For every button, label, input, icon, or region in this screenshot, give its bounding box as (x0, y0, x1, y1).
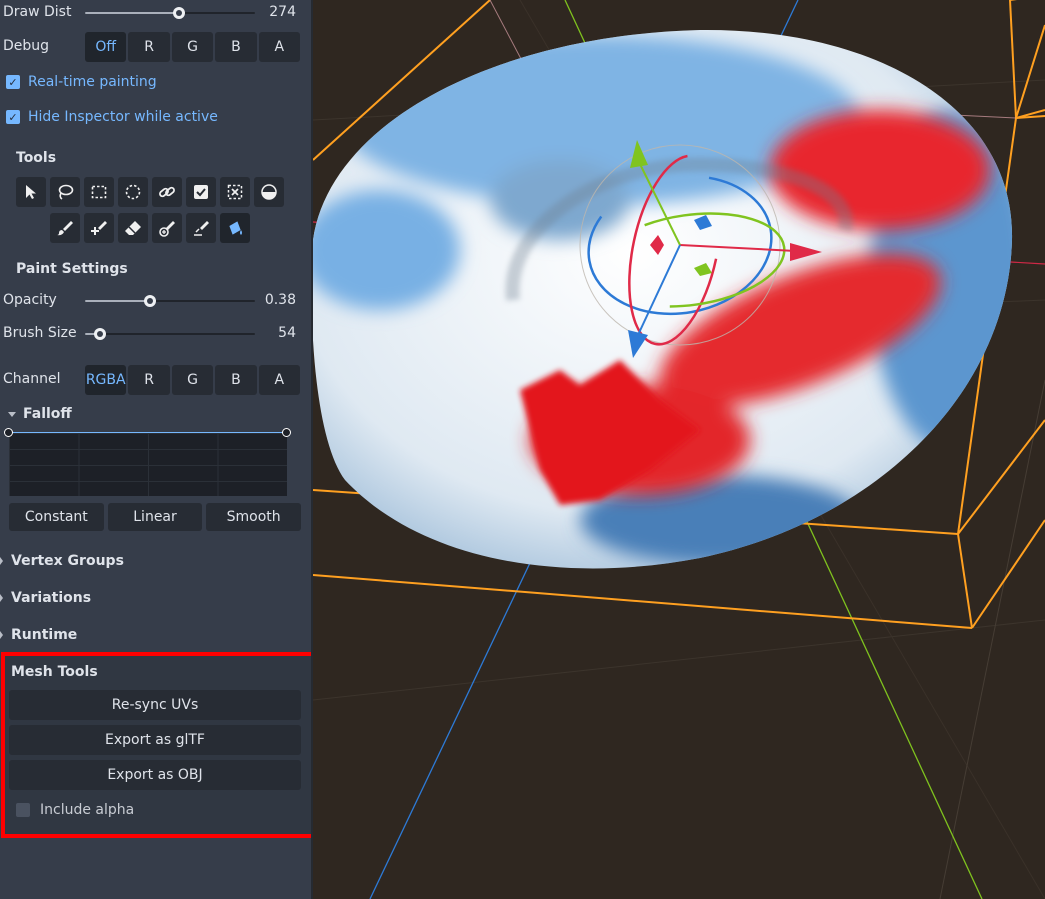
brush-add-icon (91, 221, 107, 235)
variations-title: Variations (11, 590, 92, 606)
highlight-box (1, 652, 317, 838)
chevron-right-icon (0, 557, 3, 565)
hide-inspector-toggle[interactable]: ✓ Hide Inspector while active (6, 109, 218, 125)
channel-g-button[interactable]: G (171, 365, 214, 395)
checkbox-checked-icon[interactable]: ✓ (6, 75, 20, 89)
circle-select-icon (125, 184, 141, 200)
viewport-scene (313, 0, 1045, 899)
link-icon (159, 186, 175, 198)
paint-settings-title: Paint Settings (16, 261, 128, 277)
chevron-right-icon (0, 631, 3, 639)
channel-label: Channel (3, 371, 61, 387)
slider-fill (85, 12, 179, 14)
chevron-down-icon (8, 411, 16, 417)
falloff-title: Falloff (23, 406, 72, 422)
slider-knob[interactable] (172, 7, 185, 19)
brush-add-tool-button[interactable] (84, 213, 114, 243)
channel-r-button[interactable]: R (128, 365, 170, 395)
half-circle-tool-button[interactable] (254, 177, 284, 207)
inspector-panel: Draw Dist 274 Debug Off R G B A ✓ Real-t… (0, 0, 317, 899)
rect-select-icon (91, 185, 107, 199)
realtime-painting-toggle[interactable]: ✓ Real-time painting (6, 74, 157, 90)
channel-rgba-button[interactable]: RGBA (85, 365, 127, 395)
linear-button[interactable]: Linear (107, 503, 203, 531)
rect-select-tool-button[interactable] (84, 177, 114, 207)
debug-label: Debug (3, 38, 50, 54)
select-all-tool-button[interactable] (186, 177, 216, 207)
draw-dist-slider[interactable] (85, 5, 255, 21)
channel-toggle-group: RGBA R G B A (85, 365, 301, 395)
draw-dist-value: 274 (269, 4, 296, 20)
curve-point-start[interactable] (4, 428, 13, 437)
channel-a-button[interactable]: A (258, 365, 301, 395)
draw-dist-label: Draw Dist (3, 4, 72, 20)
opacity-value: 0.38 (264, 292, 296, 308)
slider-track (85, 333, 255, 335)
runtime-title: Runtime (11, 627, 78, 643)
paint-settings-header[interactable]: Paint Settings (3, 261, 128, 277)
debug-b-button[interactable]: B (215, 32, 257, 62)
slider-knob[interactable] (143, 295, 156, 307)
brush-size-slider[interactable] (85, 326, 255, 342)
eraser-icon (125, 221, 141, 235)
deselect-tool-button[interactable] (220, 177, 250, 207)
hide-inspector-label: Hide Inspector while active (28, 109, 218, 125)
debug-off-button[interactable]: Off (85, 32, 127, 62)
brush-tool-button[interactable] (50, 213, 80, 243)
falloff-curve-line (9, 432, 287, 433)
eraser-tool-button[interactable] (118, 213, 148, 243)
smudge-icon (159, 221, 175, 237)
torus-mesh (313, 29, 1013, 569)
smooth-button[interactable]: Smooth (206, 503, 302, 531)
select-icon (26, 185, 36, 199)
falloff-curve-graph[interactable] (9, 433, 287, 496)
runtime-header[interactable]: Runtime (0, 627, 77, 643)
channel-b-button[interactable]: B (215, 365, 257, 395)
lasso-icon (58, 184, 74, 200)
vertex-groups-header[interactable]: Vertex Groups (0, 553, 124, 569)
circle-select-tool-button[interactable] (118, 177, 148, 207)
checkbox-icon (194, 185, 208, 199)
fill-icon (229, 221, 242, 235)
slider-knob[interactable] (94, 328, 107, 340)
chevron-right-icon (0, 594, 3, 602)
blur-tool-button[interactable] (186, 213, 216, 243)
vertex-groups-title: Vertex Groups (11, 553, 124, 569)
opacity-slider[interactable] (85, 293, 255, 309)
brush-icon (57, 221, 73, 236)
realtime-painting-label: Real-time painting (28, 74, 157, 90)
checkbox-checked-icon[interactable]: ✓ (6, 110, 20, 124)
variations-header[interactable]: Variations (0, 590, 91, 606)
select-tool-button[interactable] (16, 177, 46, 207)
lasso-tool-button[interactable] (50, 177, 80, 207)
smudge-tool-button[interactable] (152, 213, 182, 243)
tools-section-title: Tools (16, 150, 57, 166)
debug-toggle-group: Off R G B A (85, 32, 301, 62)
curve-point-end[interactable] (282, 428, 291, 437)
debug-g-button[interactable]: G (171, 32, 214, 62)
brush-size-label: Brush Size (3, 325, 77, 341)
opacity-label: Opacity (3, 292, 57, 308)
debug-r-button[interactable]: R (128, 32, 170, 62)
constant-button[interactable]: Constant (9, 503, 104, 531)
tools-section-header[interactable]: Tools (3, 150, 56, 166)
link-tool-button[interactable] (152, 177, 182, 207)
half-circle-icon (261, 184, 277, 200)
brush-size-value: 54 (278, 325, 296, 341)
debug-a-button[interactable]: A (258, 32, 301, 62)
3d-viewport[interactable] (313, 0, 1045, 899)
slider-fill (85, 300, 150, 302)
falloff-preset-buttons: Constant Linear Smooth (9, 503, 302, 531)
blur-icon (194, 221, 209, 236)
fill-tool-button[interactable] (220, 213, 250, 243)
falloff-header[interactable]: Falloff (8, 406, 72, 422)
deselect-icon (227, 184, 243, 200)
